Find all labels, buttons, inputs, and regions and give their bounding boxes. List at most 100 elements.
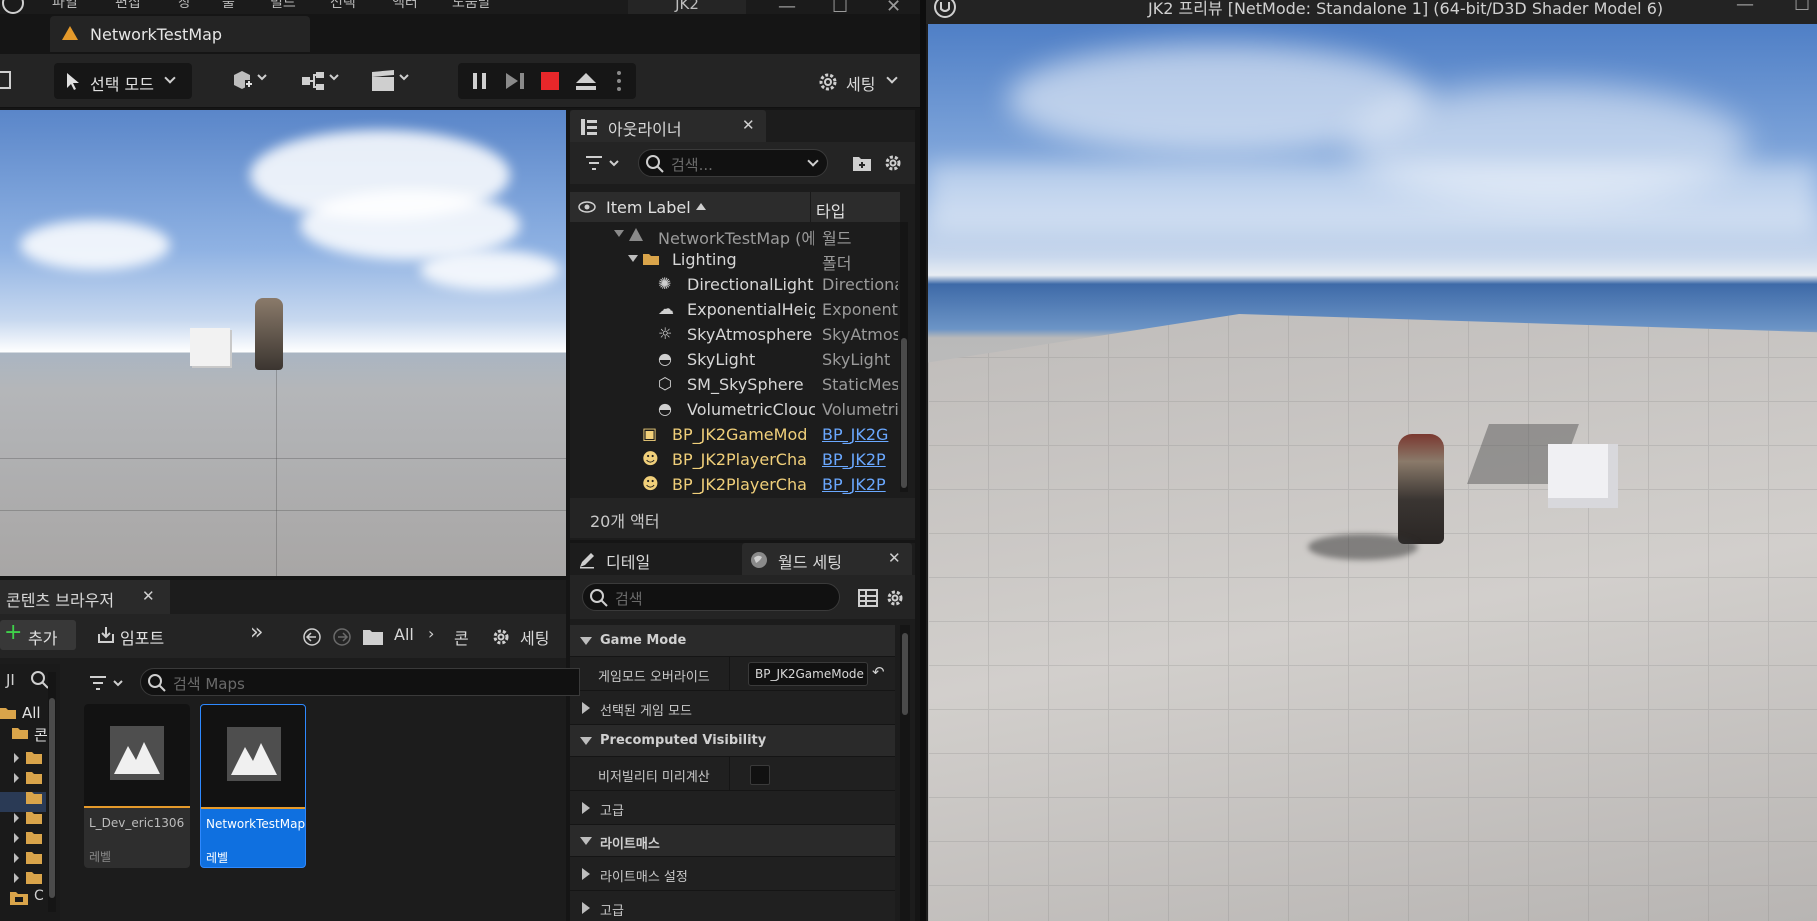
map-tab[interactable]: NetworkTestMap <box>50 16 310 52</box>
outliner-toolbar: 검색... <box>570 142 915 184</box>
content-browser-toolbar: + 추가 임포트 » All › 콘 세팅 <box>0 614 566 658</box>
level-viewport[interactable] <box>0 110 566 576</box>
menu-window[interactable]: 창 <box>178 0 191 12</box>
details-tab[interactable]: 디테일 <box>570 543 740 575</box>
prop-lightmass-settings[interactable]: 라이트매스 설정 <box>570 857 895 891</box>
menu-select[interactable]: 선택 <box>330 0 356 12</box>
details-toolbar: 검색 <box>570 575 915 619</box>
add-button[interactable]: + 추가 <box>0 620 76 650</box>
skylight-icon: ◓ <box>658 349 672 368</box>
outliner-search-input[interactable]: 검색... <box>638 149 828 177</box>
menu-tools[interactable]: 툴 <box>222 0 235 12</box>
tree-row-world[interactable]: NetworkTestMap (에 월드 <box>570 222 900 248</box>
outliner-status-bar: 20개 액터 <box>570 498 915 538</box>
filter-icon[interactable] <box>88 674 128 694</box>
reset-arrow-icon[interactable]: ↶ <box>872 663 885 681</box>
eye-icon[interactable] <box>578 200 596 214</box>
gear-icon[interactable] <box>882 152 904 174</box>
more-options-icon[interactable] <box>614 69 624 93</box>
path-all[interactable]: All <box>394 625 414 644</box>
game-mode-icon: ▣ <box>642 424 658 443</box>
blueprint-icon[interactable] <box>300 69 346 97</box>
save-icon[interactable] <box>0 70 12 94</box>
col-item-label[interactable]: Item Label <box>606 198 691 217</box>
asset-tile[interactable]: L_Dev_eric1306 레벨 <box>84 704 190 868</box>
close-icon[interactable]: ✕ <box>142 587 155 605</box>
menu-help[interactable]: 도움말 <box>452 0 491 12</box>
precompute-visibility-checkbox[interactable] <box>750 765 770 785</box>
maximize-icon[interactable]: ☐ <box>1794 0 1810 15</box>
table-view-icon[interactable] <box>858 589 878 607</box>
tree-row-exponential-fog[interactable]: ☁ ExponentialHeig Exponent <box>570 297 900 322</box>
select-mode-dropdown[interactable]: 선택 모드 <box>54 63 192 99</box>
import-button[interactable]: 임포트 <box>94 620 194 650</box>
path-content[interactable]: 콘 <box>454 625 469 649</box>
eject-icon[interactable] <box>574 71 598 91</box>
forward-arrow-icon[interactable] <box>332 627 352 647</box>
tree-row-sky-sphere[interactable]: ⬡ SM_SkySphere StaticMes <box>570 372 900 397</box>
tree-scrollbar[interactable] <box>48 672 56 912</box>
section-game-mode[interactable]: Game Mode <box>570 625 895 657</box>
prop-advanced[interactable]: 고급 <box>570 791 895 825</box>
actor-count: 20개 액터 <box>590 512 660 531</box>
folder-icon[interactable] <box>362 628 384 646</box>
outliner-scrollbar[interactable] <box>900 222 908 492</box>
back-arrow-icon[interactable] <box>302 627 322 647</box>
close-icon[interactable]: ✕ <box>742 116 755 134</box>
menu-build[interactable]: 빌드 <box>270 0 296 12</box>
gear-icon[interactable] <box>884 587 906 609</box>
outliner-tab[interactable]: 아웃라이너 ✕ <box>570 110 766 142</box>
tree-row-player-character[interactable]: ☻ BP_JK2PlayerCha BP_JK2P <box>570 447 900 472</box>
menu-actor[interactable]: 액터 <box>392 0 418 12</box>
search-icon[interactable] <box>30 670 50 690</box>
tree-row-volumetric-cloud[interactable]: ◓ VolumetricClouc Volumetri <box>570 397 900 422</box>
details-search-input[interactable]: 검색 <box>582 583 840 611</box>
unreal-logo-icon[interactable] <box>934 0 956 18</box>
tree-row-lighting[interactable]: Lighting 폴더 <box>570 247 900 273</box>
game-viewport[interactable] <box>928 24 1817 921</box>
content-browser-panel: 콘텐츠 브라우저 ✕ + 추가 임포트 » All › 콘 세팅 JI All … <box>0 580 580 921</box>
close-icon[interactable]: ✕ <box>888 549 901 567</box>
minimize-icon[interactable]: — <box>1736 0 1754 15</box>
game-preview-window: JK2 프리뷰 [NetMode: Standalone 1] (64-bit/… <box>926 0 1817 921</box>
asset-search-input[interactable]: 검색 Maps <box>140 668 580 696</box>
add-actor-icon[interactable] <box>232 69 272 97</box>
static-mesh-icon: ⬡ <box>658 374 672 393</box>
tree-row-player-character[interactable]: ☻ BP_JK2PlayerCha BP_JK2P <box>570 472 900 497</box>
content-browser-tab[interactable]: 콘텐츠 브라우저 ✕ <box>0 580 170 614</box>
stop-icon[interactable] <box>540 71 560 91</box>
add-folder-icon[interactable] <box>852 154 872 172</box>
tree-row-directional-light[interactable]: ✺ DirectionalLight Directiona <box>570 272 900 297</box>
globe-icon <box>751 552 767 568</box>
filter-icon[interactable] <box>584 154 624 174</box>
menu-file[interactable]: 파일 <box>52 0 78 12</box>
outliner-tab-label: 아웃라이너 <box>608 120 682 139</box>
tree-row-sky-atmosphere[interactable]: ☼ SkyAtmosphere SkyAtmos <box>570 322 900 347</box>
step-icon[interactable] <box>504 71 528 91</box>
section-lightmass[interactable]: 라이트매스 <box>570 825 895 857</box>
chevron-double-right-icon[interactable]: » <box>250 620 263 645</box>
section-precomputed-visibility[interactable]: Precomputed Visibility <box>570 725 895 757</box>
world-icon <box>629 228 643 241</box>
settings-button[interactable]: 세팅 <box>814 68 904 94</box>
tree-row-sky-light[interactable]: ◓ SkyLight SkyLight <box>570 347 900 372</box>
tree-row-game-mode[interactable]: ▣ BP_JK2GameMod BP_JK2G <box>570 422 900 447</box>
asset-tile-selected[interactable]: NetworkTestMap 레벨 <box>200 704 306 868</box>
world-settings-tab[interactable]: 월드 세팅 ✕ <box>742 543 912 575</box>
prop-selected-game-mode[interactable]: 선택된 게임 모드 <box>570 691 895 725</box>
gear-icon[interactable] <box>490 626 512 648</box>
tree-item-all[interactable]: All <box>22 704 41 722</box>
tree-item-content[interactable]: 콘 <box>34 724 48 745</box>
folder-list: C <box>0 746 46 916</box>
details-tab-label: 디테일 <box>606 553 651 572</box>
game-mode-override-combo[interactable]: BP_JK2GameMode <box>748 662 868 686</box>
menu-edit[interactable]: 편집 <box>115 0 141 12</box>
col-type[interactable]: 타입 <box>816 198 845 222</box>
tree-item-cpp[interactable]: C <box>34 888 44 904</box>
pause-icon[interactable] <box>470 71 490 91</box>
cinematics-icon[interactable] <box>370 69 416 97</box>
select-mode-label: 선택 모드 <box>90 75 154 94</box>
details-scrollbar[interactable] <box>900 625 910 921</box>
cb-settings-label[interactable]: 세팅 <box>520 625 549 649</box>
prop-advanced-2[interactable]: 고급 <box>570 891 895 921</box>
